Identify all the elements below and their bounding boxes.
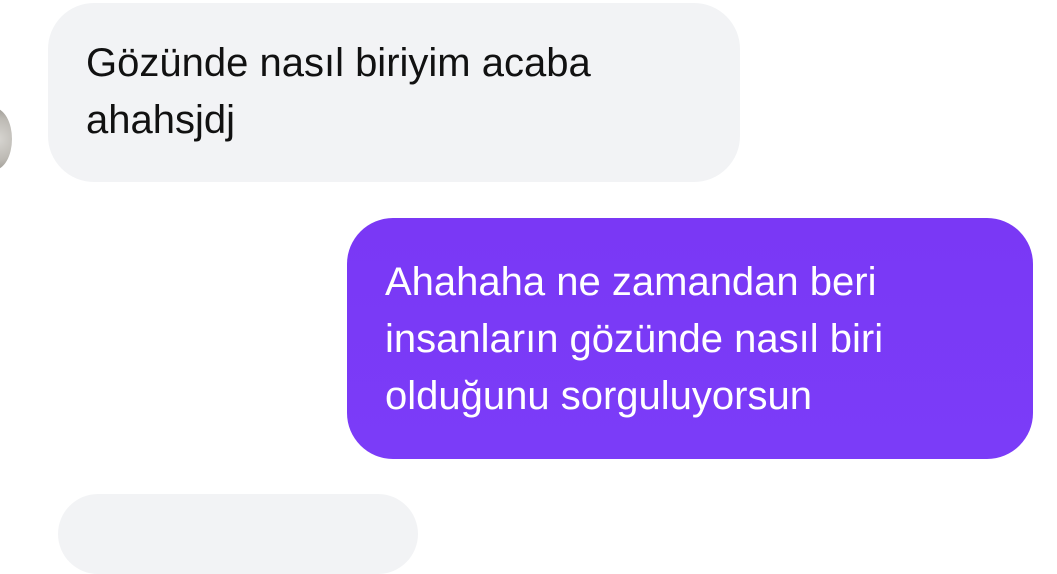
incoming-message-bubble[interactable]: Gözünde nasıl biriyim acaba ahahsjdj (48, 3, 740, 182)
incoming-message-bubble-partial[interactable] (58, 494, 418, 574)
outgoing-message-text: Ahahaha ne zamandan beri insanların gözü… (385, 260, 884, 418)
sender-avatar[interactable] (0, 108, 12, 170)
outgoing-message-bubble[interactable]: Ahahaha ne zamandan beri insanların gözü… (347, 218, 1033, 459)
incoming-message-text: Gözünde nasıl biriyim acaba ahahsjdj (86, 41, 591, 142)
